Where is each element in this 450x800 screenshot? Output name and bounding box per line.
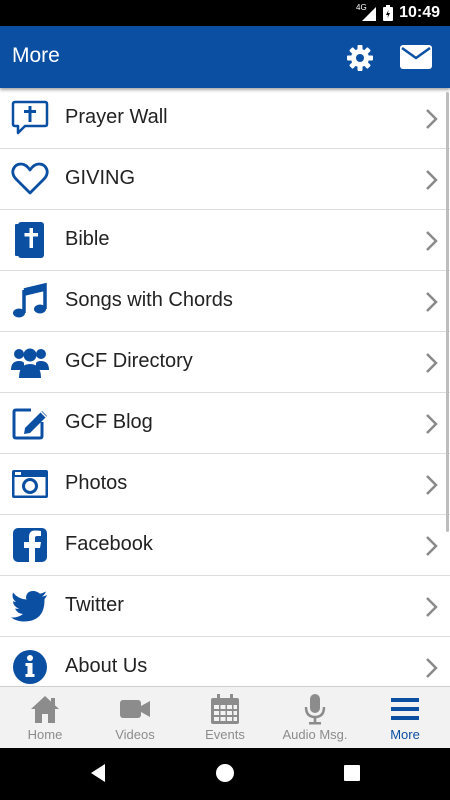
tab-videos[interactable]: Videos	[90, 687, 180, 749]
calendar-icon	[209, 693, 241, 725]
edit-icon	[11, 404, 49, 442]
chevron-right-icon	[425, 657, 439, 683]
menu-item-label: Bible	[65, 228, 110, 250]
page-title: More	[12, 44, 60, 67]
chevron-right-icon	[425, 596, 439, 622]
menu-item-label: About Us	[65, 655, 148, 677]
tab-label: Home	[27, 727, 63, 742]
chevron-right-icon	[425, 291, 439, 317]
menu-item-label: GCF Directory	[65, 350, 193, 372]
chevron-right-icon	[425, 352, 439, 378]
facebook-icon	[11, 526, 49, 564]
tab-label: Events	[205, 727, 245, 742]
system-nav-bar	[0, 748, 450, 800]
chevron-right-icon	[425, 108, 439, 134]
clock: 10:49	[399, 4, 440, 21]
prayer-chat-icon	[11, 99, 49, 137]
menu-item-prayer-wall[interactable]: Prayer Wall	[0, 88, 450, 149]
menu-item-gcf-blog[interactable]: GCF Blog	[0, 393, 450, 454]
menu-item-twitter[interactable]: Twitter	[0, 576, 450, 637]
tab-events[interactable]: Events	[180, 687, 270, 749]
menu-item-gcf-directory[interactable]: GCF Directory	[0, 332, 450, 393]
menu-item-label: Twitter	[65, 594, 124, 616]
bible-icon	[11, 221, 49, 259]
gear-icon[interactable]	[346, 44, 374, 76]
menu-item-facebook[interactable]: Facebook	[0, 515, 450, 576]
status-bar: 4G 10:49	[0, 0, 450, 26]
mail-icon[interactable]	[400, 45, 432, 73]
menu-item-label: GIVING	[65, 167, 136, 189]
info-icon	[11, 648, 49, 686]
menu-item-giving[interactable]: GIVING	[0, 149, 450, 210]
camera-icon	[11, 465, 49, 503]
tab-label: Videos	[115, 727, 155, 742]
chevron-right-icon	[425, 169, 439, 195]
menu-item-label: Photos	[65, 472, 128, 494]
tab-audio-msg[interactable]: Audio Msg.	[270, 687, 360, 749]
tab-more[interactable]: More	[360, 687, 450, 749]
menu-list: Prayer Wall GIVING Bible Songs with Chor…	[0, 88, 450, 686]
tab-home[interactable]: Home	[0, 687, 90, 749]
menu-item-label: Facebook	[65, 533, 153, 555]
menu-item-label: GCF Blog	[65, 411, 153, 433]
menu-item-about-us[interactable]: About Us	[0, 637, 450, 686]
people-icon	[11, 343, 49, 381]
home-icon	[29, 693, 61, 725]
bottom-tab-bar: Home Videos Events Audio Msg. More	[0, 686, 450, 749]
tab-label: Audio Msg.	[282, 727, 348, 742]
twitter-icon	[11, 587, 49, 625]
heart-icon	[11, 160, 49, 198]
home-button-icon[interactable]	[214, 762, 236, 788]
menu-item-photos[interactable]: Photos	[0, 454, 450, 515]
recents-icon[interactable]	[342, 762, 362, 788]
back-icon[interactable]	[88, 762, 108, 788]
microphone-icon	[299, 693, 331, 725]
app-bar: More	[0, 26, 450, 88]
menu-item-songs-with-chords[interactable]: Songs with Chords	[0, 271, 450, 332]
scrollbar[interactable]	[446, 92, 449, 532]
menu-item-bible[interactable]: Bible	[0, 210, 450, 271]
menu-item-label: Prayer Wall	[65, 106, 168, 128]
chevron-right-icon	[425, 230, 439, 256]
menu-icon	[389, 693, 421, 725]
chevron-right-icon	[425, 413, 439, 439]
tab-label: More	[390, 727, 420, 742]
video-camera-icon	[119, 693, 151, 725]
chevron-right-icon	[425, 474, 439, 500]
music-note-icon	[11, 282, 49, 320]
menu-item-label: Songs with Chords	[65, 289, 233, 311]
signal-icon	[362, 6, 376, 25]
battery-icon	[383, 5, 393, 25]
chevron-right-icon	[425, 535, 439, 561]
